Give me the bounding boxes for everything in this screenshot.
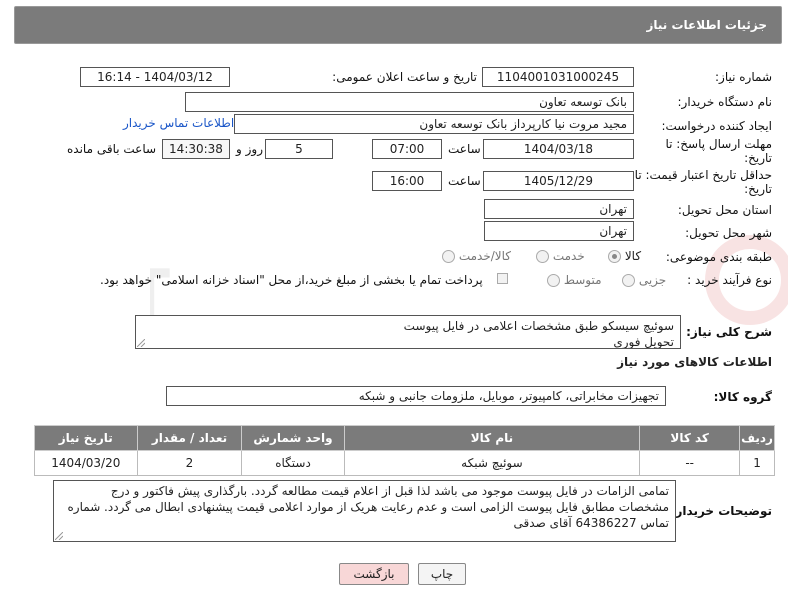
category-option-goods[interactable]: کالا (608, 249, 641, 263)
deadline-time-word: ساعت (448, 142, 481, 156)
need-details-page: جزئیات اطلاعات نیاز AriaTender.neT شماره… (0, 0, 788, 598)
category-option-service[interactable]: خدمت (536, 249, 585, 263)
deadline-date-field: 1404/03/18 (483, 139, 634, 159)
process-option-minor-label: جزیی (638, 273, 667, 287)
col-unit-header: واحد شمارش (241, 425, 345, 451)
buyer-notes-label: توضیحات خریدار: (670, 504, 772, 518)
back-button[interactable]: بازگشت (339, 563, 409, 585)
cell-qty: 2 (136, 450, 243, 476)
process-option-medium[interactable]: متوسط (547, 273, 602, 287)
city-field: تهران (484, 221, 634, 241)
city-label: شهر محل تحویل: (685, 226, 772, 240)
days-word: روز و (236, 142, 263, 156)
category-both-radio[interactable] (442, 250, 455, 263)
creator-field: مجید مروت نیا کارپرداز بانک توسعه تعاون (234, 114, 634, 134)
announce-datetime-field: 1404/03/12 - 16:14 (80, 67, 230, 87)
category-option-both[interactable]: کالا/خدمت (442, 249, 511, 263)
remaining-time-field: 14:30:38 (162, 139, 230, 159)
category-goods-radio[interactable] (608, 250, 621, 263)
goods-table: ردیف کد کالا نام کالا واحد شمارش تعداد /… (34, 425, 775, 476)
buyer-org-field: بانک توسعه تعاون (185, 92, 634, 112)
deadline-label: مهلت ارسال پاسخ: تا تاریخ: (665, 137, 772, 165)
validity-time-word: ساعت (448, 174, 481, 188)
buyer-org-label: نام دستگاه خریدار: (677, 95, 773, 109)
panel-header: جزئیات اطلاعات نیاز (14, 6, 782, 44)
need-number-field: 1104001031000245 (482, 67, 634, 87)
process-label: نوع فرآیند خرید : (687, 273, 772, 287)
validity-label: حداقل تاریخ اعتبار قیمت: تا تاریخ: (634, 168, 772, 196)
col-date-header: تاریخ نیاز (34, 425, 138, 451)
remaining-word: ساعت باقی مانده (67, 142, 157, 156)
validity-time-field: 16:00 (372, 171, 442, 191)
col-row-header: ردیف (739, 425, 775, 451)
province-label: استان محل تحویل: (677, 203, 772, 217)
creator-label: ایجاد کننده درخواست: (661, 119, 772, 133)
buyer-notes-textarea: تمامی الزامات در فایل پیوست موجود می باش… (53, 480, 676, 542)
category-label: طبقه بندی موضوعی: (665, 250, 772, 264)
category-option-both-label: کالا/خدمت (458, 249, 512, 263)
process-option-minor[interactable]: جزیی (622, 273, 666, 287)
cell-row: 1 (739, 450, 775, 476)
process-minor-radio[interactable] (622, 274, 635, 287)
panel-title: جزئیات اطلاعات نیاز (646, 18, 767, 32)
cell-date: 1404/03/20 (34, 450, 138, 476)
process-medium-radio[interactable] (547, 274, 560, 287)
category-service-radio[interactable] (536, 250, 549, 263)
goods-info-heading: اطلاعات کالاهای مورد نیاز (617, 355, 772, 369)
cell-name: سوئیچ شبکه (343, 450, 641, 476)
goods-table-header-row: ردیف کد کالا نام کالا واحد شمارش تعداد /… (34, 425, 775, 451)
deadline-time-field: 07:00 (372, 139, 442, 159)
resize-handle-icon[interactable] (55, 532, 63, 540)
cell-code: -- (639, 450, 741, 476)
days-field: 5 (265, 139, 333, 159)
treasury-payment-note: پرداخت تمام یا بخشی از مبلغ خرید،از محل … (100, 273, 483, 287)
description-textarea: سوئیچ سیسکو طبق مشخصات اعلامی در فایل پی… (135, 315, 681, 349)
category-option-goods-label: کالا (624, 249, 642, 263)
col-code-header: کد کالا (639, 425, 741, 451)
description-label: شرح کلی نیاز: (686, 325, 772, 339)
cell-unit: دستگاه (241, 450, 345, 476)
province-field: تهران (484, 199, 634, 219)
col-qty-header: تعداد / مقدار (136, 425, 243, 451)
category-option-service-label: خدمت (552, 249, 585, 263)
print-button[interactable]: چاپ (418, 563, 466, 585)
resize-handle-icon[interactable] (137, 339, 145, 347)
validity-date-field: 1405/12/29 (483, 171, 634, 191)
col-name-header: نام کالا (343, 425, 641, 451)
need-number-label: شماره نیاز: (715, 70, 772, 84)
announce-label: تاریخ و ساعت اعلان عمومی: (332, 70, 477, 84)
goods-group-field: تجهیزات مخابراتی، کامپیوتر، موبایل، ملزو… (166, 386, 666, 406)
table-row: 1 -- سوئیچ شبکه دستگاه 2 1404/03/20 (34, 450, 775, 476)
process-option-medium-label: متوسط (563, 273, 602, 287)
treasury-payment-checkbox[interactable] (497, 273, 508, 284)
goods-group-label: گروه کالا: (713, 390, 772, 404)
buyer-contact-link[interactable]: اطلاعات تماس خریدار (123, 116, 234, 130)
